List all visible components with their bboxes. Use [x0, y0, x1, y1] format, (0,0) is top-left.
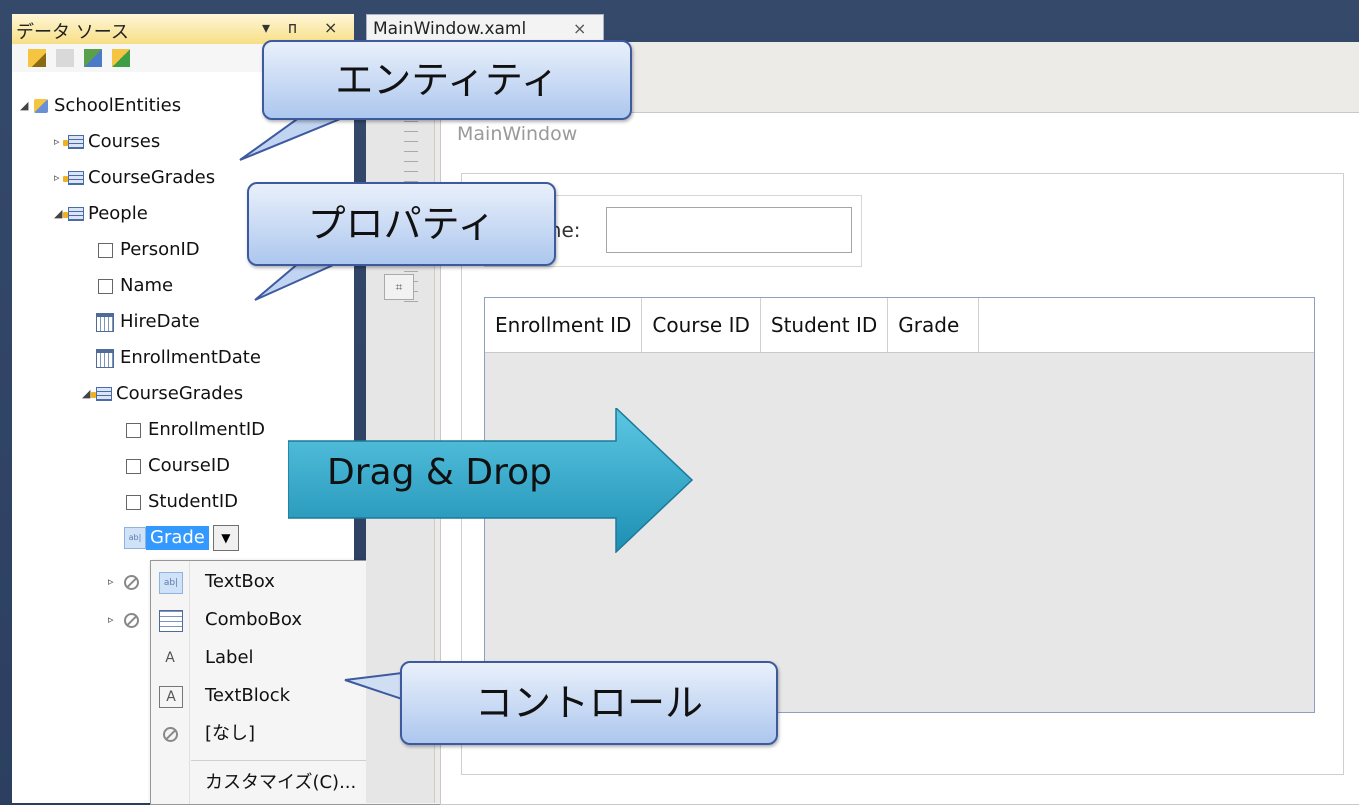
property-callout: プロパティ [247, 182, 556, 266]
none-control-icon [124, 612, 139, 628]
textblock-control-icon: A [159, 686, 183, 708]
menu-item-label: TextBox [205, 571, 275, 592]
refresh-icon[interactable] [112, 49, 130, 67]
tree-item-label: HireDate [120, 311, 200, 332]
tree-item-label: EnrollmentDate [120, 347, 261, 368]
tree-item-enrollment-date[interactable]: EnrollmentDate [96, 343, 261, 373]
tree-item-grade[interactable]: ab| Grade ▼ [124, 525, 239, 551]
textbox-control-icon: ab| [124, 527, 146, 549]
textbox-field-icon [126, 422, 141, 438]
tree-item-school-entities[interactable]: ◢ SchoolEntities [20, 91, 181, 121]
window-title: MainWindow [457, 123, 578, 145]
tree-item-course-id[interactable]: CourseID [124, 451, 230, 481]
property-callout-label: プロパティ [307, 202, 496, 246]
textbox-control-icon: ab| [159, 572, 183, 594]
column-header-grade[interactable]: Grade [888, 298, 980, 352]
textbox-field-icon [126, 458, 141, 474]
tab-label: MainWindow.xaml [373, 19, 527, 39]
configure-dataset-icon[interactable] [84, 49, 102, 67]
tree-item-people-course-grades[interactable]: ◢ CourseGrades [82, 379, 243, 409]
entity-container-icon [34, 99, 48, 113]
tree-item-collapsed[interactable]: ▹ [108, 567, 139, 597]
entity-callout-label: エンティティ [335, 58, 559, 102]
tree-item-hire-date[interactable]: HireDate [96, 307, 200, 337]
table-icon [63, 135, 84, 149]
tree-item-person-id[interactable]: PersonID [96, 235, 200, 265]
combobox-control-icon [159, 610, 183, 632]
tree-item-label: SchoolEntities [54, 95, 182, 116]
tree-item-enrollment-id[interactable]: EnrollmentID [124, 415, 265, 445]
menu-item-label: [なし] [205, 723, 256, 744]
tree-item-courses[interactable]: ▹ Courses [54, 127, 160, 157]
close-panel-button[interactable]: × [324, 18, 337, 37]
table-icon [63, 207, 84, 221]
entity-callout: エンティティ [262, 40, 632, 120]
tree-item-label: People [88, 203, 148, 224]
column-header-student-id[interactable]: Student ID [761, 298, 889, 352]
tree-item-label: PersonID [120, 239, 200, 260]
expanded-arrow-icon[interactable]: ◢ [20, 91, 32, 121]
tree-item-label: CourseGrades [116, 383, 244, 404]
collapsed-arrow-icon[interactable]: ▹ [108, 567, 120, 597]
tree-item-people[interactable]: ◢ People [54, 199, 148, 229]
column-header-course-id[interactable]: Course ID [642, 298, 761, 352]
label-control-icon: A [165, 650, 175, 666]
menu-item-label: カスタマイズ(C)... [205, 772, 357, 793]
collapsed-arrow-icon[interactable]: ▹ [108, 605, 120, 635]
tab-mainwindow-xaml[interactable]: MainWindow.xaml × [366, 14, 604, 43]
none-control-icon [159, 724, 181, 744]
prohibited-icon [162, 726, 178, 742]
date-picker-icon [96, 348, 114, 368]
datagrid-header: Enrollment ID Course ID Student ID Grade [485, 298, 1314, 353]
menu-item-label: TextBlock [205, 685, 291, 706]
menu-item-label: ComboBox [205, 609, 303, 630]
date-picker-icon [96, 312, 114, 332]
textbox-field-icon [98, 242, 113, 258]
tree-item-label: EnrollmentID [148, 419, 266, 440]
tree-item-label: Name [120, 275, 174, 296]
table-icon [63, 171, 84, 185]
tree-item-label: StudentID [148, 491, 239, 512]
control-callout: コントロール [400, 661, 778, 745]
menu-item-label: Label [205, 647, 254, 668]
pin-icon[interactable]: ᴨ [288, 18, 297, 37]
column-header-enrollment-id[interactable]: Enrollment ID [485, 298, 643, 352]
none-control-icon [124, 574, 139, 590]
name-textbox[interactable] [606, 207, 852, 253]
tree-item-label: Courses [88, 131, 161, 152]
fit-to-window-icon[interactable]: ⌗ [384, 274, 414, 300]
tree-item-course-grades[interactable]: ▹ CourseGrades [54, 163, 215, 193]
tree-item-name[interactable]: Name [96, 271, 173, 301]
data-sources-title: データ ソース [16, 22, 129, 43]
drag-drop-label: Drag & Drop [327, 452, 552, 493]
tree-item-label: CourseID [148, 455, 231, 476]
grade-label[interactable]: Grade [146, 526, 209, 550]
edit-dataset-icon[interactable] [56, 49, 74, 67]
tree-item-collapsed[interactable]: ▹ [108, 605, 139, 635]
chevron-down-icon[interactable]: ▼ [212, 525, 239, 551]
dropdown-icon[interactable]: ▾ [262, 18, 270, 37]
textbox-field-icon [98, 278, 113, 294]
tab-close-button[interactable]: × [573, 19, 586, 38]
tree-item-label: CourseGrades [88, 167, 216, 188]
table-icon [91, 387, 112, 401]
control-callout-label: コントロール [474, 681, 703, 725]
add-data-source-icon[interactable] [28, 49, 46, 67]
textbox-field-icon [126, 494, 141, 510]
tree-item-student-id[interactable]: StudentID [124, 487, 238, 517]
